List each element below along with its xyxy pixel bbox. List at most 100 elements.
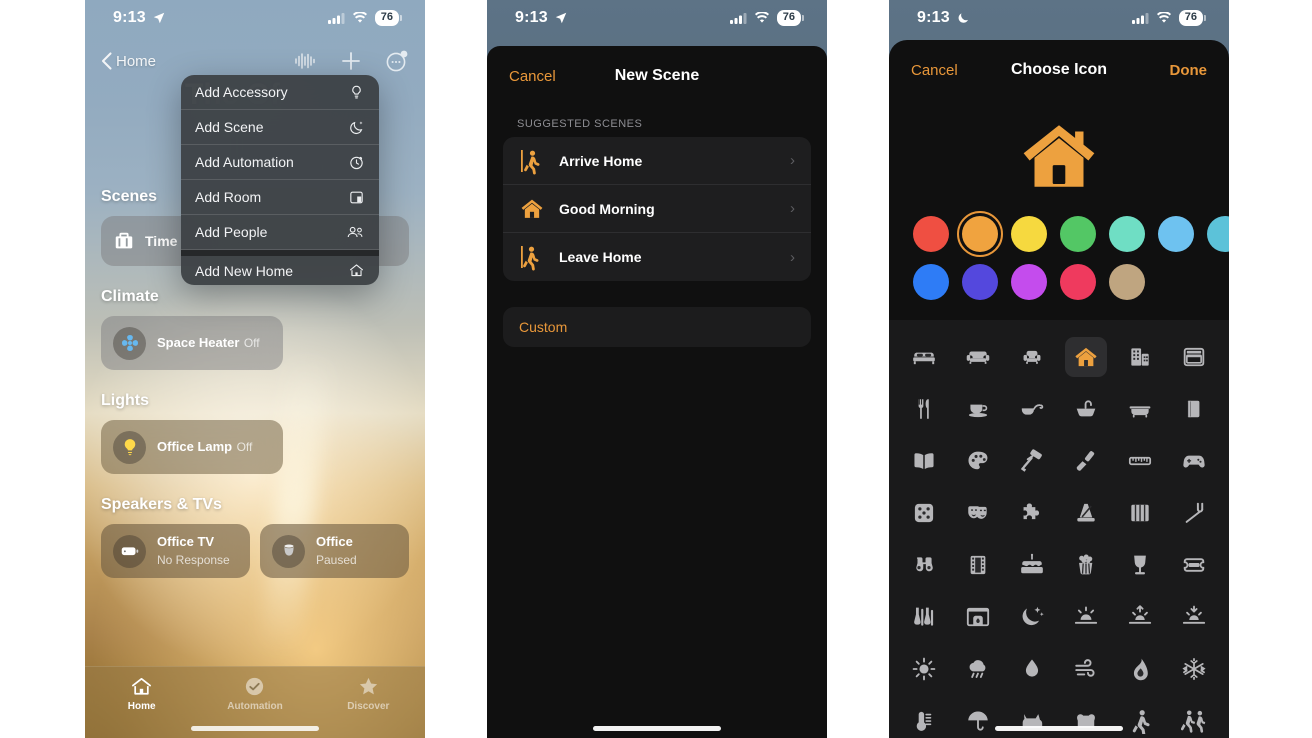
menu-item-add-new-home[interactable]: Add New Home [181,250,379,285]
icon-cell-tuning-fork[interactable] [1167,490,1221,536]
scene-row-arrive-home[interactable]: Arrive Home › [503,137,811,185]
icon-cell-cat[interactable] [1005,698,1059,738]
plus-icon[interactable] [340,50,362,72]
more-circle-icon[interactable] [385,49,409,73]
icon-cell-gamepad[interactable] [1167,438,1221,484]
tile-office-speaker[interactable]: Office Paused [260,524,409,578]
custom-scene-button[interactable]: Custom [503,307,811,347]
scene-row-good-morning[interactable]: Good Morning › [503,185,811,233]
icon-cell-towel[interactable] [1167,386,1221,432]
paint-roller-icon [1020,449,1042,472]
tile-office-tv[interactable]: Office TV No Response [101,524,250,578]
icon-cell-umbrella[interactable] [951,698,1005,738]
sun-icon [912,657,936,681]
menu-item-label: Add New Home [195,262,294,279]
cancel-button[interactable]: Cancel [911,62,958,79]
icon-cell-wind[interactable] [1059,646,1113,692]
menu-item-label: Add Room [195,189,262,205]
menu-item-add-accessory[interactable]: Add Accessory [181,75,379,110]
sunrise-icon [1074,606,1098,624]
color-swatch-indigo[interactable] [962,264,998,300]
icon-cell-pan[interactable] [1005,386,1059,432]
tab-discover[interactable]: Discover [312,675,425,712]
icon-cell-water-drop[interactable] [1005,646,1059,692]
snowflake-icon [1182,657,1206,681]
color-swatch-purple[interactable] [1011,264,1047,300]
icon-cell-running[interactable] [1113,698,1167,738]
color-swatch-pink[interactable] [1060,264,1096,300]
icon-cell-bed[interactable] [897,334,951,380]
back-button[interactable]: Home [101,52,156,70]
color-swatch-green[interactable] [1060,216,1096,252]
menu-item-add-automation[interactable]: Add Automation [181,145,379,180]
phone-new-scene: 9:13 76 Cancel New Scene SUGGESTED SCENE… [487,0,827,738]
menu-item-add-scene[interactable]: Add Scene [181,110,379,145]
icon-cell-paint-roller[interactable] [1005,438,1059,484]
tab-automation[interactable]: Automation [198,675,311,712]
color-swatch-yellow[interactable] [1011,216,1047,252]
color-swatch-red[interactable] [913,216,949,252]
icon-cell-theater-masks[interactable] [951,490,1005,536]
menu-item-add-room[interactable]: Add Room [181,180,379,215]
icon-cell-flask[interactable] [897,594,951,640]
section-lights: Lights Office Lamp Off [101,392,409,474]
icon-cell-sunrise[interactable] [1059,594,1113,640]
tile-office-lamp[interactable]: Office Lamp Off [101,420,283,474]
icon-cell-sun-down[interactable] [1167,594,1221,640]
tab-home[interactable]: Home [85,675,198,712]
icon-cell-sink[interactable] [1059,386,1113,432]
paintbrush-icon [1076,451,1095,471]
puzzle-piece-icon [1023,503,1040,520]
icon-cell-fork-knife[interactable] [897,386,951,432]
icon-cell-sofa[interactable] [951,334,1005,380]
icon-cell-sun-up[interactable] [1113,594,1167,640]
icon-cell-wine-glass[interactable] [1113,542,1167,588]
icon-cell-ruler[interactable] [1113,438,1167,484]
icon-cell-popcorn[interactable] [1059,542,1113,588]
color-swatch-orange[interactable] [957,211,1003,257]
icon-cell-snowflake[interactable] [1167,646,1221,692]
icon-cell-rain-cloud[interactable] [951,646,1005,692]
done-button[interactable]: Done [1170,62,1208,79]
icon-cell-flame[interactable] [1113,646,1167,692]
icon-cell-palette[interactable] [951,438,1005,484]
color-swatch-mint[interactable] [1109,216,1145,252]
icon-cell-bathtub[interactable] [1113,386,1167,432]
color-swatch-tan[interactable] [1109,264,1145,300]
icon-cell-book-open[interactable] [897,438,951,484]
icon-cell-dice[interactable] [897,490,951,536]
icon-cell-building[interactable] [1113,334,1167,380]
icon-cell-house[interactable] [1059,334,1113,380]
icon-cell-fireplace[interactable] [951,594,1005,640]
icon-cell-armchair[interactable] [1005,334,1059,380]
icon-cell-cake[interactable] [1005,542,1059,588]
icon-cell-metronome[interactable] [1059,490,1113,536]
flask-icon [914,607,934,626]
scene-row-leave-home[interactable]: Leave Home › [503,233,811,281]
icon-cell-sun[interactable] [897,646,951,692]
icon-cell-binoculars[interactable] [897,542,951,588]
icon-cell-piano[interactable] [1113,490,1167,536]
home-indicator [593,726,721,731]
icon-cell-dog[interactable] [1059,698,1113,738]
icon-cell-teacup[interactable] [951,386,1005,432]
siri-waveform-icon[interactable] [293,51,317,71]
color-swatch-light-blue[interactable] [1158,216,1194,252]
icon-cell-thermometer[interactable] [897,698,951,738]
section-title: Speakers & TVs [101,496,222,513]
cancel-button[interactable]: Cancel [509,68,556,85]
icon-cell-paintbrush[interactable] [1059,438,1113,484]
building-icon [1131,348,1149,366]
tab-label: Home [127,701,156,712]
color-swatch-teal[interactable] [1207,216,1229,252]
icon-cell-ticket[interactable] [1167,542,1221,588]
icon-cell-oven[interactable] [1167,334,1221,380]
color-swatch-blue[interactable] [913,264,949,300]
tile-space-heater[interactable]: Space Heater Off [101,316,283,370]
icon-cell-film[interactable] [951,542,1005,588]
icon-cell-puzzle-piece[interactable] [1005,490,1059,536]
house-icon [132,677,152,695]
menu-item-add-people[interactable]: Add People [181,215,379,250]
icon-cell-dancing[interactable] [1167,698,1221,738]
icon-cell-moon-stars[interactable] [1005,594,1059,640]
